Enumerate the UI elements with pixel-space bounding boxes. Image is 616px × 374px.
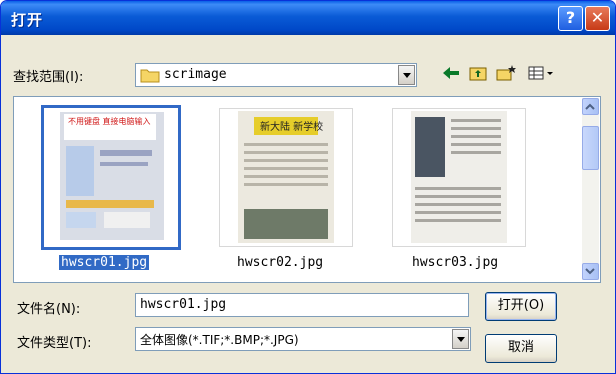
- poster-thumbnail-image: 不用键盘 直接电脑输入: [60, 112, 164, 240]
- help-button[interactable]: ?: [558, 6, 583, 31]
- vertical-scrollbar[interactable]: [582, 98, 599, 280]
- filetype-dropdown[interactable]: 全体图像(*.TIF;*.BMP;*.JPG): [135, 327, 471, 351]
- filename-input[interactable]: hwscr01.jpg: [135, 293, 469, 317]
- scroll-up-button[interactable]: [582, 98, 599, 115]
- filetype-dropdown-arrow[interactable]: [452, 329, 469, 349]
- new-folder-icon[interactable]: [495, 64, 517, 84]
- window-title: 打开: [11, 11, 44, 29]
- look-in-label: 查找范围(I):: [13, 70, 84, 85]
- view-menu-icon[interactable]: [527, 64, 557, 84]
- folder-icon: [140, 69, 160, 83]
- file-thumbnail-2[interactable]: 新大陆 新学校: [219, 108, 353, 247]
- file-thumbnail-1[interactable]: 不用键盘 直接电脑输入: [41, 105, 181, 250]
- file-list-view[interactable]: 不用键盘 直接电脑输入 新大陆 新学校 hwscr01.jpg hwscr02.…: [13, 96, 601, 283]
- magazine-thumbnail-image: 新大陆 新学校: [238, 111, 334, 243]
- open-file-dialog: 打开 ? ✕ 查找范围(I): scrimage 不用键盘 直接电脑输入 新大陆…: [0, 0, 616, 374]
- scroll-thumb[interactable]: [582, 126, 599, 170]
- chevron-up-icon: [585, 103, 595, 110]
- title-bar[interactable]: 打开 ? ✕: [1, 1, 615, 35]
- file-name-2[interactable]: hwscr02.jpg: [237, 255, 323, 270]
- look-in-value: scrimage: [164, 67, 227, 82]
- filename-label: 文件名(N):: [17, 302, 81, 317]
- file-name-3[interactable]: hwscr03.jpg: [412, 255, 498, 270]
- filetype-label: 文件类型(T):: [17, 336, 92, 351]
- look-in-dropdown-arrow[interactable]: [398, 65, 415, 85]
- open-button[interactable]: 打开(O): [485, 292, 557, 321]
- file-name-1[interactable]: hwscr01.jpg: [59, 255, 150, 270]
- up-folder-icon[interactable]: [467, 64, 489, 84]
- scroll-down-button[interactable]: [582, 263, 599, 280]
- article-thumbnail-image: [411, 111, 507, 243]
- file-thumbnail-3[interactable]: [392, 108, 526, 247]
- poster-heading: 不用键盘 直接电脑输入: [68, 116, 151, 126]
- magazine-heading: 新大陆 新学校: [260, 120, 323, 133]
- cancel-button[interactable]: 取消: [485, 334, 557, 363]
- look-in-dropdown[interactable]: scrimage: [135, 63, 417, 87]
- close-button[interactable]: ✕: [585, 6, 610, 31]
- chevron-down-icon: [585, 268, 595, 275]
- filetype-value: 全体图像(*.TIF;*.BMP;*.JPG): [140, 333, 299, 347]
- back-arrow-icon[interactable]: [440, 64, 462, 84]
